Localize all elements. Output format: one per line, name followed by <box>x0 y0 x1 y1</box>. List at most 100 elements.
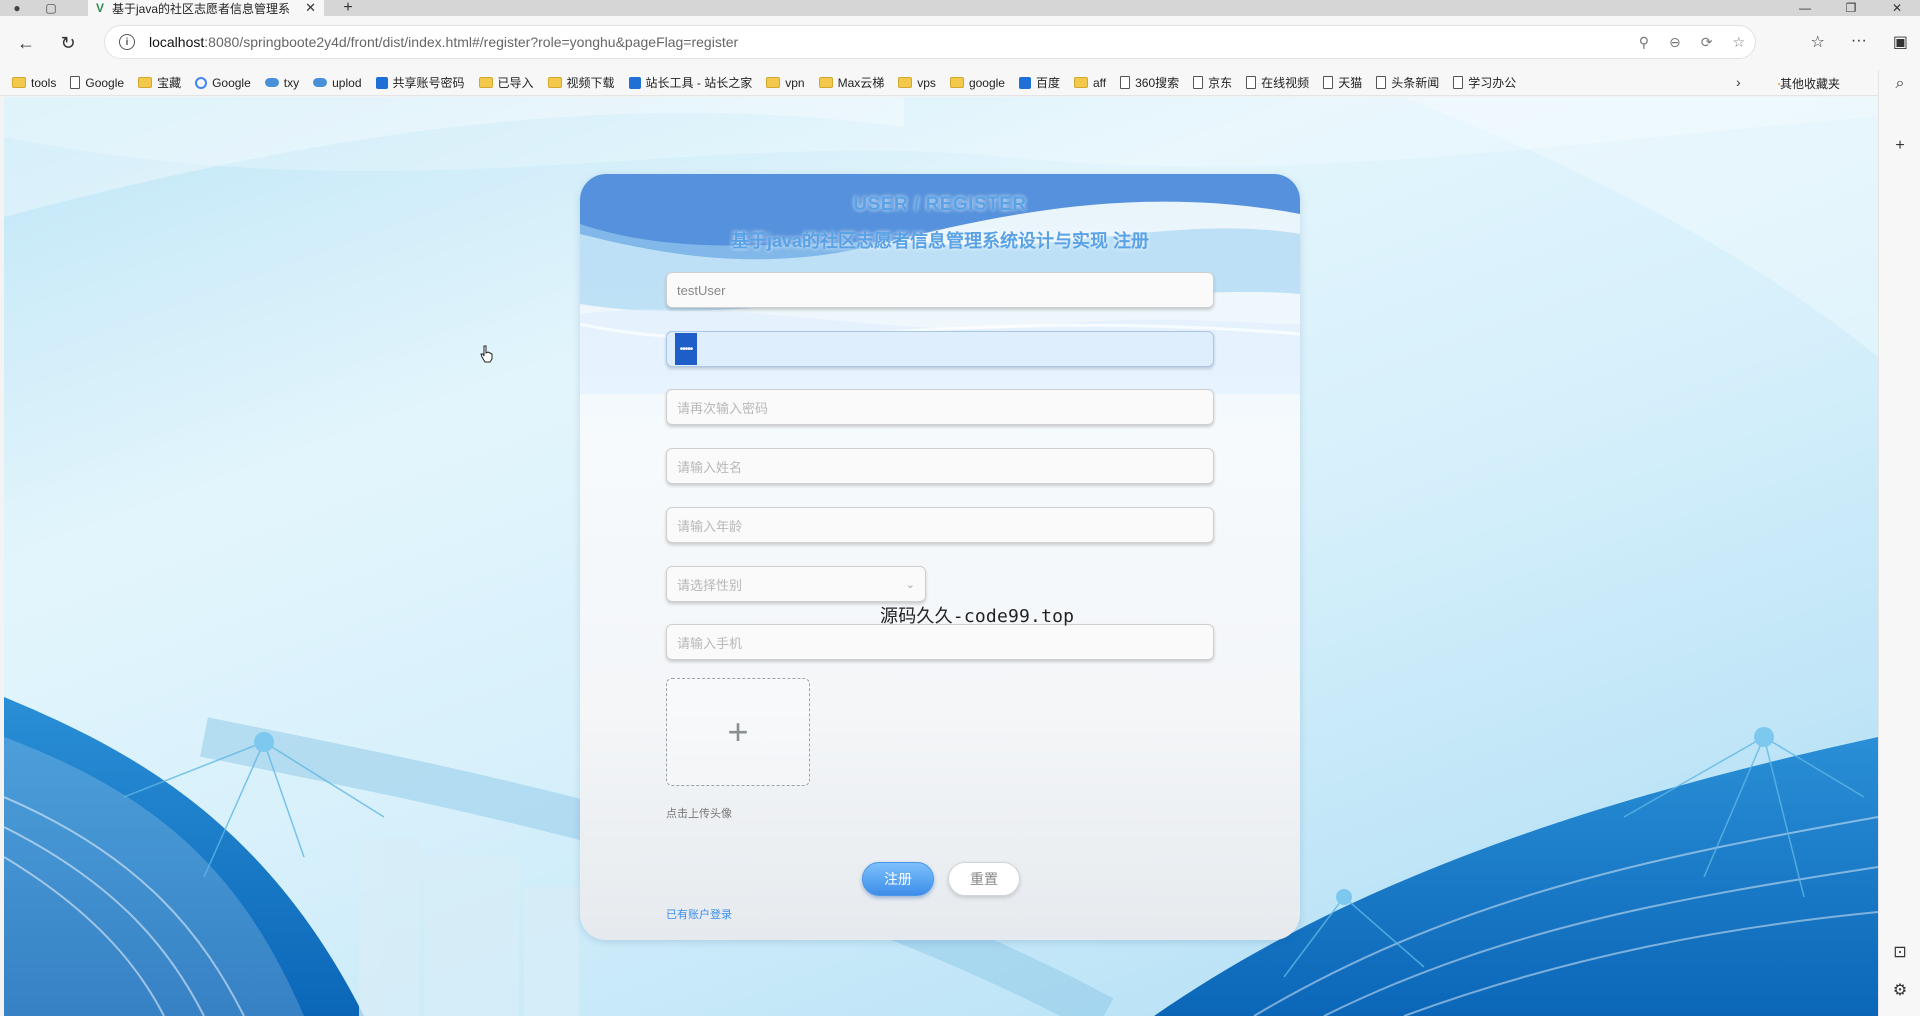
login-link[interactable]: 已有账户登录 <box>666 906 732 922</box>
paw-icon <box>1018 76 1031 89</box>
bookmark-item[interactable]: uplod <box>313 76 362 90</box>
bookmark-item[interactable]: 在线视频 <box>1246 74 1309 91</box>
page-icon <box>1193 76 1204 89</box>
page-icon <box>1453 76 1464 89</box>
avatar-upload[interactable]: + <box>666 678 810 786</box>
bookmark-item[interactable]: vps <box>898 76 936 90</box>
favorite-star-icon[interactable]: ☆ <box>1732 34 1745 51</box>
close-tab-icon[interactable]: ✕ <box>305 0 316 16</box>
close-window-icon[interactable]: ✕ <box>1874 0 1920 16</box>
page-icon <box>1120 76 1131 89</box>
gender-select-placeholder: 请选择性别 <box>677 577 743 593</box>
folder-icon <box>766 77 781 88</box>
folder-icon <box>12 77 26 88</box>
folder-icon <box>547 77 562 88</box>
edge-sidebar: ⌕ + ⊡ ⚙ <box>1878 70 1920 1016</box>
site-info-icon[interactable]: i <box>119 34 135 50</box>
address-bar-row: ← ↻ i localhost:8080/springboote2y4d/fro… <box>0 16 1920 70</box>
bookmark-item[interactable]: 学习办公 <box>1453 74 1516 91</box>
screenshot-icon[interactable]: ⊡ <box>1890 942 1910 962</box>
bookmark-item[interactable]: 360搜索 <box>1120 74 1179 91</box>
tab-actions-icon[interactable]: ▢ <box>34 0 68 16</box>
bookmark-item[interactable]: 宝藏 <box>138 74 181 91</box>
search-icon[interactable]: ⌕ <box>1890 74 1910 94</box>
plus-icon: + <box>727 711 749 752</box>
page-icon <box>1323 76 1334 89</box>
bookmark-item[interactable]: 站长工具 - 站长之家 <box>628 74 752 91</box>
app-icon <box>375 76 388 89</box>
hand-cursor-icon <box>480 345 493 363</box>
bookmarks-bar: tools Google 宝藏 Google txy uplod 共享账号密码 … <box>0 70 1920 96</box>
google-icon <box>195 76 208 89</box>
bookmark-item[interactable]: google <box>949 76 1005 90</box>
bookmark-item[interactable]: 共享账号密码 <box>375 74 465 91</box>
folder-icon <box>1074 77 1088 88</box>
page-subtitle: 基于java的社区志愿者信息管理系统设计与实现 注册 <box>730 231 1150 251</box>
bookmark-item[interactable]: txy <box>264 76 299 90</box>
bookmark-item[interactable]: vpn <box>766 76 805 90</box>
bookmark-item[interactable]: 天猫 <box>1323 74 1362 91</box>
url-text: localhost:8080/springboote2y4d/front/dis… <box>149 34 739 50</box>
age-field[interactable]: 请输入年龄 <box>666 507 1214 543</box>
watermark-text: 源码久久-code99.top <box>880 606 1075 627</box>
bookmark-item[interactable]: Max云梯 <box>818 74 884 91</box>
phone-field[interactable]: 请输入手机 <box>666 624 1214 660</box>
back-icon[interactable]: ← <box>8 25 44 61</box>
upload-label: 点击上传头像 <box>666 808 732 820</box>
zoom-icon[interactable]: ⊖ <box>1669 34 1681 51</box>
bookmark-item[interactable]: Google <box>195 76 251 90</box>
sidebar-toggle-icon[interactable]: ▣ <box>1893 32 1908 52</box>
other-bookmarks[interactable]: 其他收藏夹 <box>1778 75 1840 92</box>
gender-select[interactable]: 请选择性别 ⌄ <box>666 566 926 602</box>
bookmark-item[interactable]: 百度 <box>1018 74 1060 91</box>
folder-icon <box>478 77 493 88</box>
window-controls: — ❐ ✕ <box>1782 0 1920 16</box>
vue-favicon-icon: V <box>96 1 105 15</box>
add-icon[interactable]: + <box>1890 136 1910 156</box>
folder-icon <box>138 77 153 88</box>
register-button[interactable]: 注册 <box>862 862 934 896</box>
cloud-icon <box>313 78 328 87</box>
chevron-down-icon: ⌄ <box>905 578 915 591</box>
restore-icon[interactable]: ❐ <box>1828 0 1874 16</box>
username-field[interactable]: testUser <box>666 272 1214 308</box>
password-selection: ••••• <box>675 333 697 365</box>
page-icon <box>1376 76 1387 89</box>
folder-icon <box>898 77 913 88</box>
tab-title: 基于java的社区志愿者信息管理系 <box>112 1 291 16</box>
folder-icon <box>818 77 833 88</box>
url-actions: ⚲ ⊖ ⟳ ☆ <box>1639 26 1745 58</box>
confirm-password-field[interactable]: 请再次输入密码 <box>666 389 1214 425</box>
key-icon[interactable]: ⚲ <box>1639 34 1649 51</box>
bookmark-item[interactable]: 视频下载 <box>547 74 615 91</box>
reset-button[interactable]: 重置 <box>948 862 1020 896</box>
bookmark-item[interactable]: 京东 <box>1193 74 1232 91</box>
page-icon <box>1246 76 1257 89</box>
browser-tab[interactable]: V 基于java的社区志愿者信息管理系 ✕ <box>88 0 324 16</box>
cloud-icon <box>264 78 279 87</box>
bookmark-item[interactable]: tools <box>12 76 56 90</box>
bookmark-item[interactable]: Google <box>70 76 124 90</box>
page-viewport: USER / REGISTER 基于java的社区志愿者信息管理系统设计与实现 … <box>4 97 1878 1016</box>
password-field[interactable]: ••••• <box>666 331 1214 367</box>
minimize-icon[interactable]: — <box>1782 0 1828 16</box>
chevron-right-icon[interactable]: › <box>1736 74 1741 90</box>
bookmark-item[interactable]: 头条新闻 <box>1376 74 1439 91</box>
favorites-icon[interactable]: ☆ <box>1811 32 1825 52</box>
settings-gear-icon[interactable]: ⚙ <box>1890 980 1910 1000</box>
name-field[interactable]: 请输入姓名 <box>666 448 1214 484</box>
profile-icon[interactable]: ● <box>0 0 34 16</box>
register-card: USER / REGISTER 基于java的社区志愿者信息管理系统设计与实现 … <box>580 174 1300 940</box>
page-icon <box>70 76 81 89</box>
bookmark-item[interactable]: 已导入 <box>478 74 534 91</box>
url-field[interactable]: i localhost:8080/springboote2y4d/front/d… <box>104 25 1756 59</box>
more-menu-icon[interactable]: ··· <box>1851 32 1867 52</box>
folder-icon <box>949 77 964 88</box>
extension-icon[interactable]: ⟳ <box>1701 34 1713 51</box>
new-tab-button[interactable]: + <box>336 0 360 16</box>
app-icon <box>628 76 641 89</box>
reload-icon[interactable]: ↻ <box>50 25 86 61</box>
page-title: USER / REGISTER <box>853 194 1027 215</box>
browser-toolbar: ☆ ··· ▣ <box>1811 32 1908 52</box>
bookmark-item[interactable]: aff <box>1074 76 1106 90</box>
